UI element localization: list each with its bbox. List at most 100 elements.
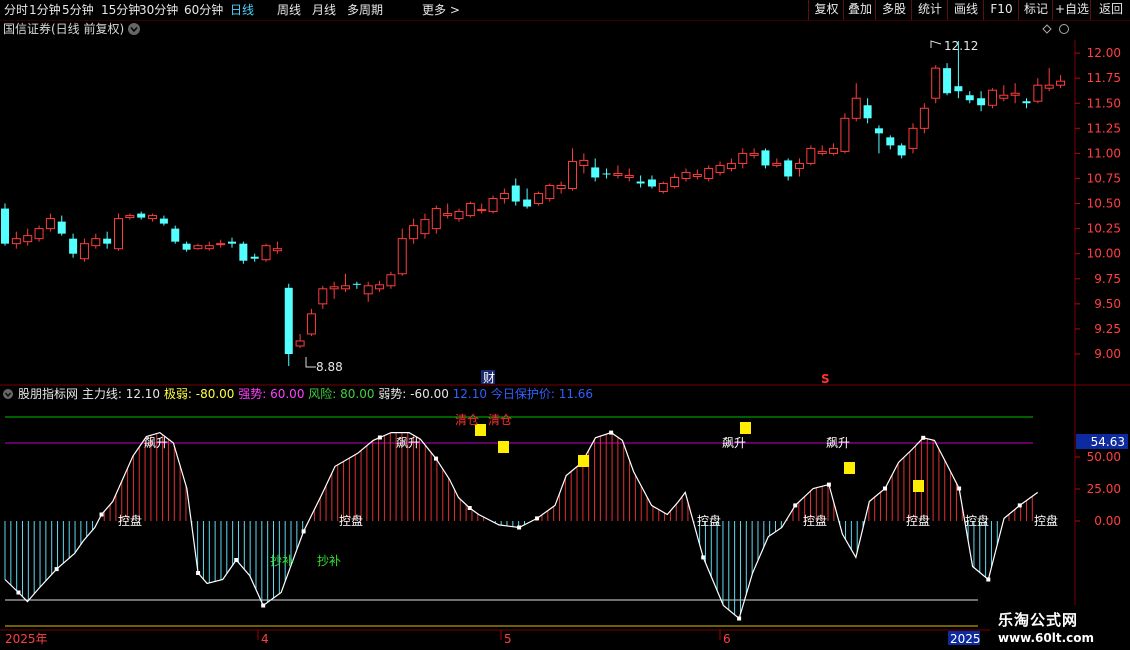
candle-body [261,245,271,261]
candle-body [443,213,453,217]
svg-text:50.00: 50.00 [1087,450,1121,464]
signal-tag-piao: 飙升 [144,435,168,450]
candle-body [523,199,532,207]
candle-body [692,173,702,177]
line-node [467,506,472,510]
line-node [1017,503,1022,508]
signal-tag-kong: 控盘 [1034,513,1058,528]
svg-text:财: 财 [483,371,495,385]
candle-body [863,105,872,119]
candle-body [908,127,918,149]
line-node [793,503,798,508]
candle-body [886,137,895,146]
indicator-axis: 50.00 25.00 0.00 54.63 [1075,434,1128,528]
line-node [99,512,104,517]
chevron-down-icon[interactable] [3,389,13,399]
candle-body [341,285,350,290]
price-tick-label: 10.50 [1087,197,1121,211]
main-force-polyline [4,431,1039,620]
candle-body [840,117,850,152]
svg-text:2025年: 2025年 [5,632,48,646]
candle-body [420,219,430,235]
signal-tag-qing: 清仓 [488,413,512,427]
signal-square [498,441,509,453]
line-node [54,567,59,572]
candle-body [1044,84,1054,89]
svg-text:12.12: 12.12 [944,39,978,53]
signal-tag-kong: 控盘 [803,513,827,528]
candle-body [806,147,816,164]
candle-body [171,228,180,242]
signal-square [913,480,924,492]
candle-body [79,243,89,260]
candle-body [772,162,782,166]
candle-body [1022,101,1031,104]
low-annotation: 8.88 [305,357,343,374]
candle-body [306,313,316,335]
line-node [196,571,201,575]
candle-body [250,256,259,259]
svg-text:8.88: 8.88 [316,360,343,374]
signal-tag-kong: 控盘 [965,513,989,528]
sell-marker: S [821,372,830,386]
candle-body [602,173,611,175]
candle-body [318,288,328,305]
price-tick-label: 11.25 [1087,121,1121,135]
signal-tag-qing: 清仓 [455,413,479,427]
svg-text:2025: 2025 [950,632,981,646]
candle-body [829,147,839,154]
candle-body [477,209,487,212]
candle-body [851,97,861,119]
candle-body [681,171,691,179]
main-force-line [4,430,1039,621]
candle-body [726,162,736,169]
line-node [377,435,382,440]
candle-body [45,218,55,230]
line-node [986,577,991,582]
candle-body [454,211,464,220]
candle-body [125,215,135,219]
signal-square [740,422,751,434]
diamond-icon[interactable] [1042,24,1052,34]
line-node [535,516,540,521]
price-tick-label: 10.00 [1087,247,1121,261]
candle-body [91,238,101,247]
line-node [609,430,614,435]
circle-icon[interactable] [1059,24,1069,34]
watermark-logo: 乐淘公式网 www.60lt.com [990,605,1130,650]
indicator-histogram [4,432,1033,615]
candle-body [817,150,827,154]
candle-body [182,243,191,250]
indicator-header: 股朋指标网 主力线: 12.10 极弱: -80.00 强势: 60.00 风险… [3,386,593,401]
candle-body [1,208,9,244]
candle-body [114,218,123,250]
line-node [737,616,742,621]
price-tick-label: 12.00 [1087,46,1121,60]
price-tick-label: 9.75 [1094,272,1121,286]
candle-body [11,238,21,245]
candle-body [1010,92,1020,96]
candle-body [613,172,623,176]
line-node [957,486,962,491]
candle-body [999,94,1009,99]
candle-body [636,181,645,184]
chevron-down-icon[interactable] [128,23,140,35]
candle-body [658,182,668,193]
finance-marker[interactable]: 财 [481,370,495,385]
candle-body [704,167,714,179]
signal-tag-piao: 飙升 [722,435,746,450]
price-tick-label: 9.50 [1094,297,1121,311]
signal-tag-piao: 飙升 [826,435,850,450]
price-tick-label: 9.25 [1094,322,1121,336]
candle-body [977,98,986,106]
candle-body [295,340,305,347]
candle-body [329,286,339,290]
signal-square [578,455,589,467]
candle-body [954,86,963,92]
candle-body [375,284,385,290]
price-tick-label: 11.00 [1087,146,1121,160]
candle-body [1033,84,1043,102]
line-node [301,529,306,534]
candle-body [204,245,214,250]
svg-text:股朋指标网 主力线: 12.10 极弱: -80.00 强势: 股朋指标网 主力线: 12.10 极弱: -80.00 强势: 60.00 风险… [18,386,593,401]
